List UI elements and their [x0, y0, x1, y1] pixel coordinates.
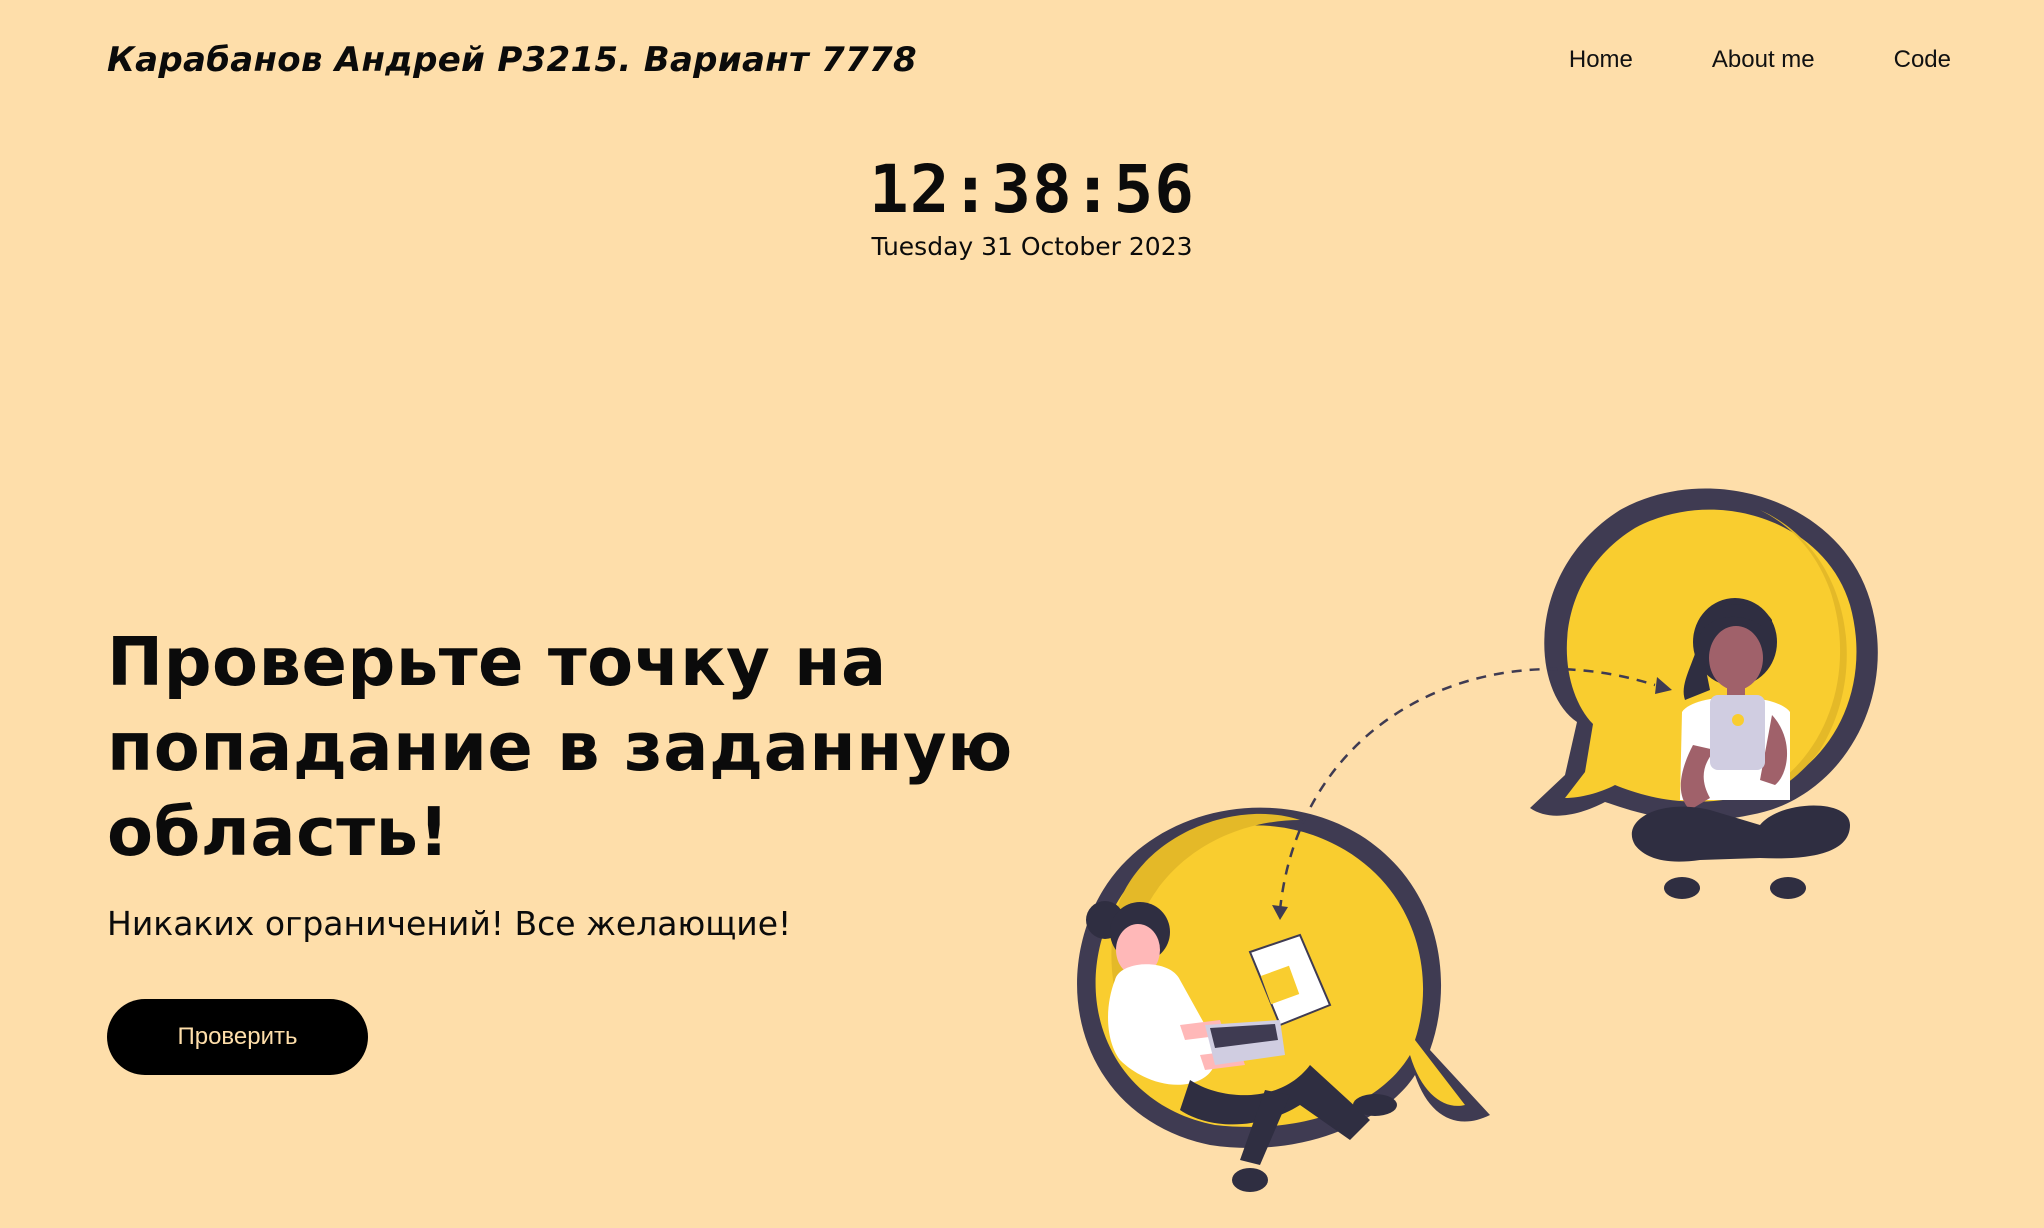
check-button[interactable]: Проверить [107, 999, 368, 1075]
site-header: Карабанов Андрей P3215. Вариант 7778 Hom… [107, 30, 1951, 90]
nav-about-link[interactable]: About me [1712, 46, 1815, 74]
hero-title: Проверьте точку на попадание в заданную … [107, 623, 1013, 871]
nav-code-link[interactable]: Code [1894, 46, 1951, 74]
brand-title: Карабанов Андрей P3215. Вариант 7778 [107, 40, 917, 80]
clock-widget: 12:38:56 Tuesday 31 October 2023 [0, 150, 2044, 264]
main-nav: Home About me Code [1569, 46, 1951, 74]
clock-date: Tuesday 31 October 2023 [871, 232, 1193, 261]
chat-illustration [1077, 488, 1878, 1192]
nav-home-link[interactable]: Home [1569, 46, 1633, 74]
clock-time: 12:38:56 [869, 151, 1195, 228]
hero-section: Проверьте точку на попадание в заданную … [107, 620, 1047, 1075]
hero-subtitle: Никаких ограничений! Все желающие! [107, 904, 792, 943]
